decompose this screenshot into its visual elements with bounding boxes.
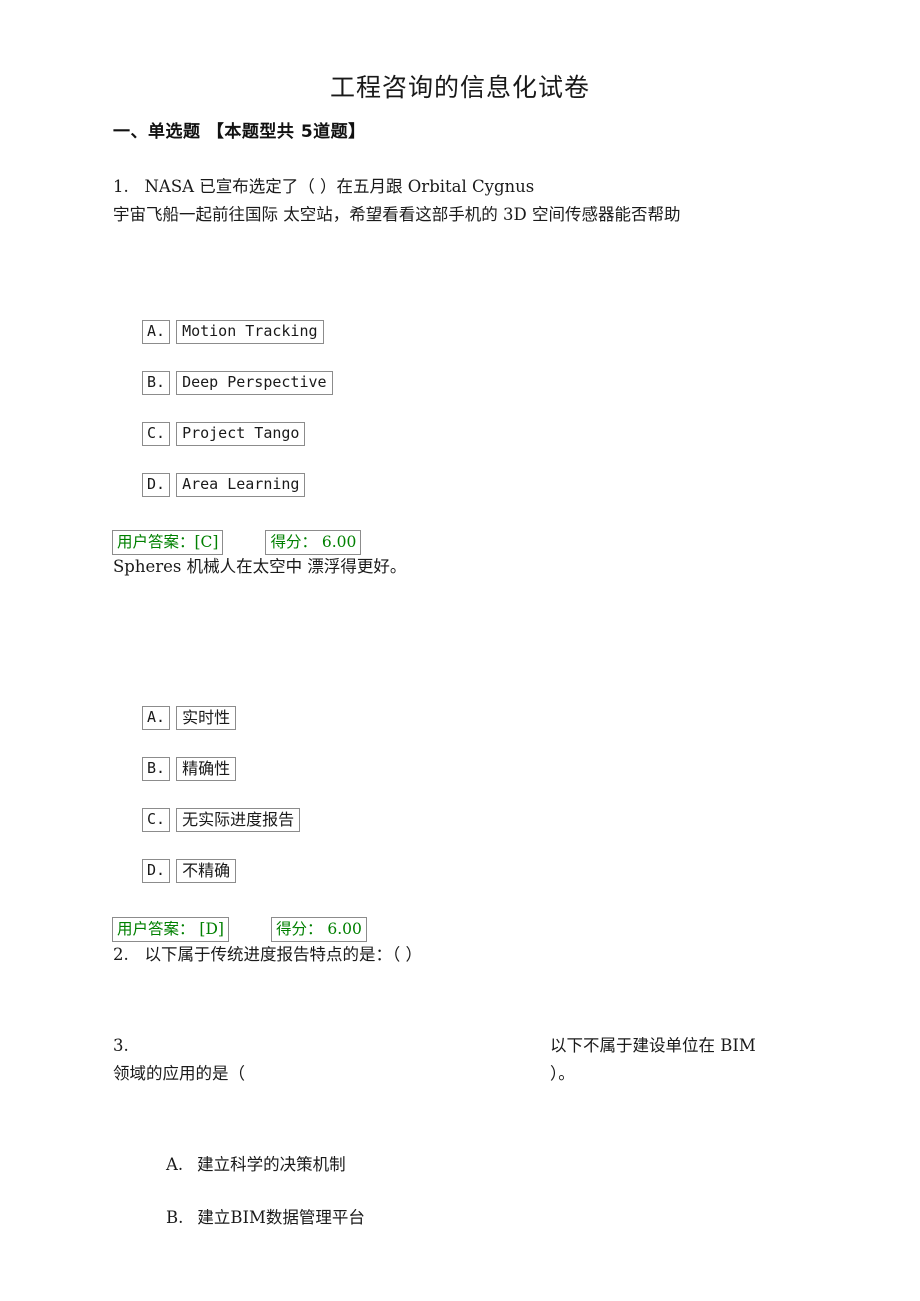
question-2-option-a[interactable]: A. 实时性 [142,706,237,730]
option-letter: A. [165,1155,184,1174]
question-2-answer-row: 用户答案： [D] 得分： 6.00 [112,917,367,942]
question-3-stem-left-line-1: 3. [113,1036,129,1055]
option-text: Project Tango [176,422,306,446]
question-3-option-b[interactable]: B. 建立BIM数据管理平台 [145,1179,365,1257]
question-1-explanation: Spheres 机械人在太空中 漂浮得更好。 [113,557,407,576]
option-text: 实时性 [176,706,237,730]
option-text: 建立科学的决策机制 [197,1155,346,1174]
question-1-option-c[interactable]: C. Project Tango [142,422,306,446]
exam-page: 工程咨询的信息化试卷 一、单选题 【本题型共 5道题】 1. NASA 已宣布选… [0,0,920,1301]
option-text: 建立BIM数据管理平台 [197,1208,365,1227]
option-letter: D. [142,859,171,883]
question-3-stem-right-line-2: ）。 [550,1064,575,1083]
option-text: 精确性 [176,757,237,781]
score-badge: 得分： 6.00 [270,917,367,942]
question-1-option-d[interactable]: D. Area Learning [142,473,306,497]
question-1-answer-row: 用户答案：[C] 得分： 6.00 [112,530,362,555]
section-heading: 一、单选题 【本题型共 5道题】 [113,122,366,142]
question-2-option-d[interactable]: D. 不精确 [142,859,237,883]
question-2-option-b[interactable]: B. 精确性 [142,757,237,781]
option-text: Area Learning [176,473,306,497]
score-badge: 得分： 6.00 [265,530,362,555]
option-text: Motion Tracking [176,320,324,344]
question-1-stem-line-1: 1. NASA 已宣布选定了（ ）在五月跟 Orbital Cygnus [113,177,535,196]
question-1-option-b[interactable]: B. Deep Perspective [142,371,333,395]
option-text: 无实际进度报告 [176,808,301,832]
option-text: 不精确 [176,859,237,883]
option-letter: A. [142,320,171,344]
option-letter: B. [142,371,171,395]
question-2-option-c[interactable]: C. 无实际进度报告 [142,808,301,832]
question-2-stem: 2. 以下属于传统进度报告特点的是：（ ） [113,945,422,964]
page-title: 工程咨询的信息化试卷 [329,73,590,102]
option-letter: C. [142,808,171,832]
question-1-stem-line-2: 宇宙飞船一起前往国际 太空站，希望看看这部手机的 3D 空间传感器能否帮助 [113,205,681,224]
question-3-stem-left-line-2: 领域的应用的是（ [113,1064,245,1083]
option-text: Deep Perspective [176,371,333,395]
user-answer-badge: 用户答案：[C] [112,530,224,555]
option-letter: D. [142,473,171,497]
option-letter: B. [165,1208,184,1227]
option-letter: B. [142,757,171,781]
user-answer-badge: 用户答案： [D] [112,917,229,942]
question-1-option-a[interactable]: A. Motion Tracking [142,320,324,344]
option-letter: A. [142,706,171,730]
question-3-stem-right-line-1: 以下不属于建设单位在 BIM [550,1036,756,1055]
option-letter: C. [142,422,171,446]
